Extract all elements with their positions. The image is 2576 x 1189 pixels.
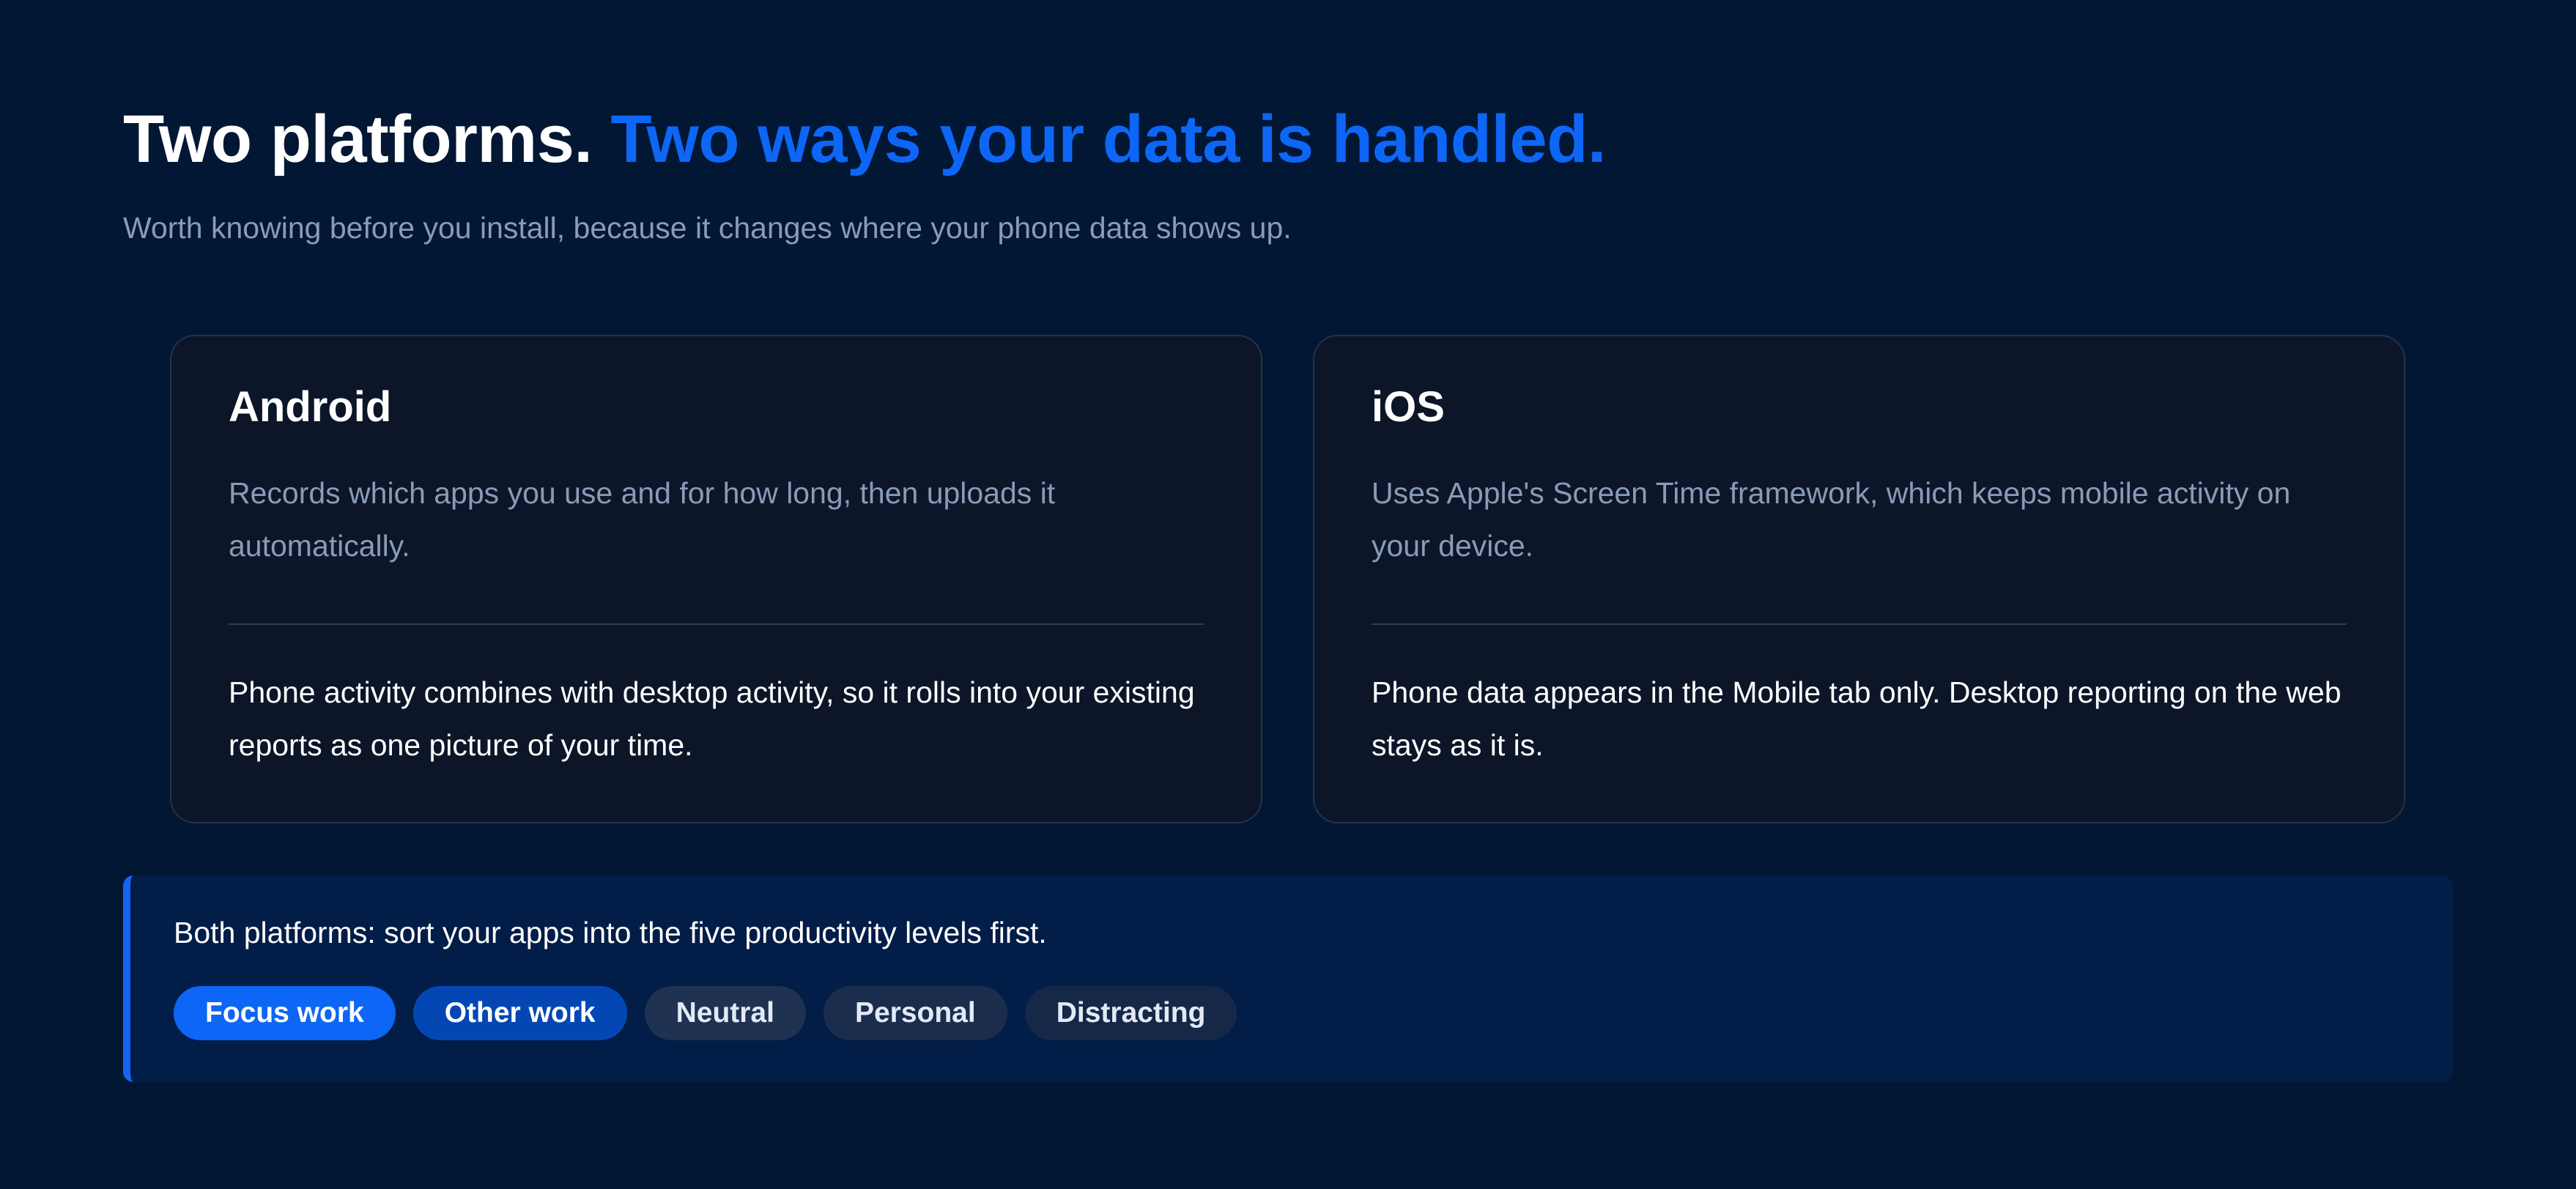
page-title: Two platforms. Two ways your data is han…: [123, 101, 1606, 178]
title-accent: Two ways your data is handled.: [610, 102, 1606, 177]
ios-card-note: Phone data appears in the Mobile tab onl…: [1372, 675, 2342, 762]
chip-other-work[interactable]: Other work: [412, 986, 627, 1041]
title-lead: Two platforms.: [123, 102, 593, 177]
android-card-description: Records which apps you use and for how l…: [229, 476, 1056, 563]
page-subtitle: Worth knowing before you install, becaus…: [123, 211, 1292, 245]
ios-card-divider: [1372, 623, 2347, 625]
callout-text: Both platforms: sort your apps into the …: [174, 916, 1047, 949]
chip-neutral[interactable]: Neutral: [644, 986, 806, 1041]
android-card-note: Phone activity combines with desktop act…: [229, 675, 1195, 762]
productivity-level-chips: Focus work Other work Neutral Personal D…: [174, 986, 2453, 1041]
chip-personal[interactable]: Personal: [823, 986, 1007, 1041]
android-card-title: Android: [229, 383, 392, 431]
productivity-callout: Both platforms: sort your apps into the …: [123, 875, 2453, 1082]
page: Two platforms. Two ways your data is han…: [0, 0, 2576, 1189]
chip-focus-work[interactable]: Focus work: [174, 986, 396, 1041]
android-card: Android Records which apps you use and f…: [170, 335, 1262, 823]
ios-card-description: Uses Apple's Screen Time framework, whic…: [1372, 476, 2291, 563]
ios-card: iOS Uses Apple's Screen Time framework, …: [1313, 335, 2405, 823]
ios-card-title: iOS: [1372, 383, 1445, 431]
android-card-divider: [229, 623, 1204, 625]
chip-distracting[interactable]: Distracting: [1024, 986, 1237, 1041]
